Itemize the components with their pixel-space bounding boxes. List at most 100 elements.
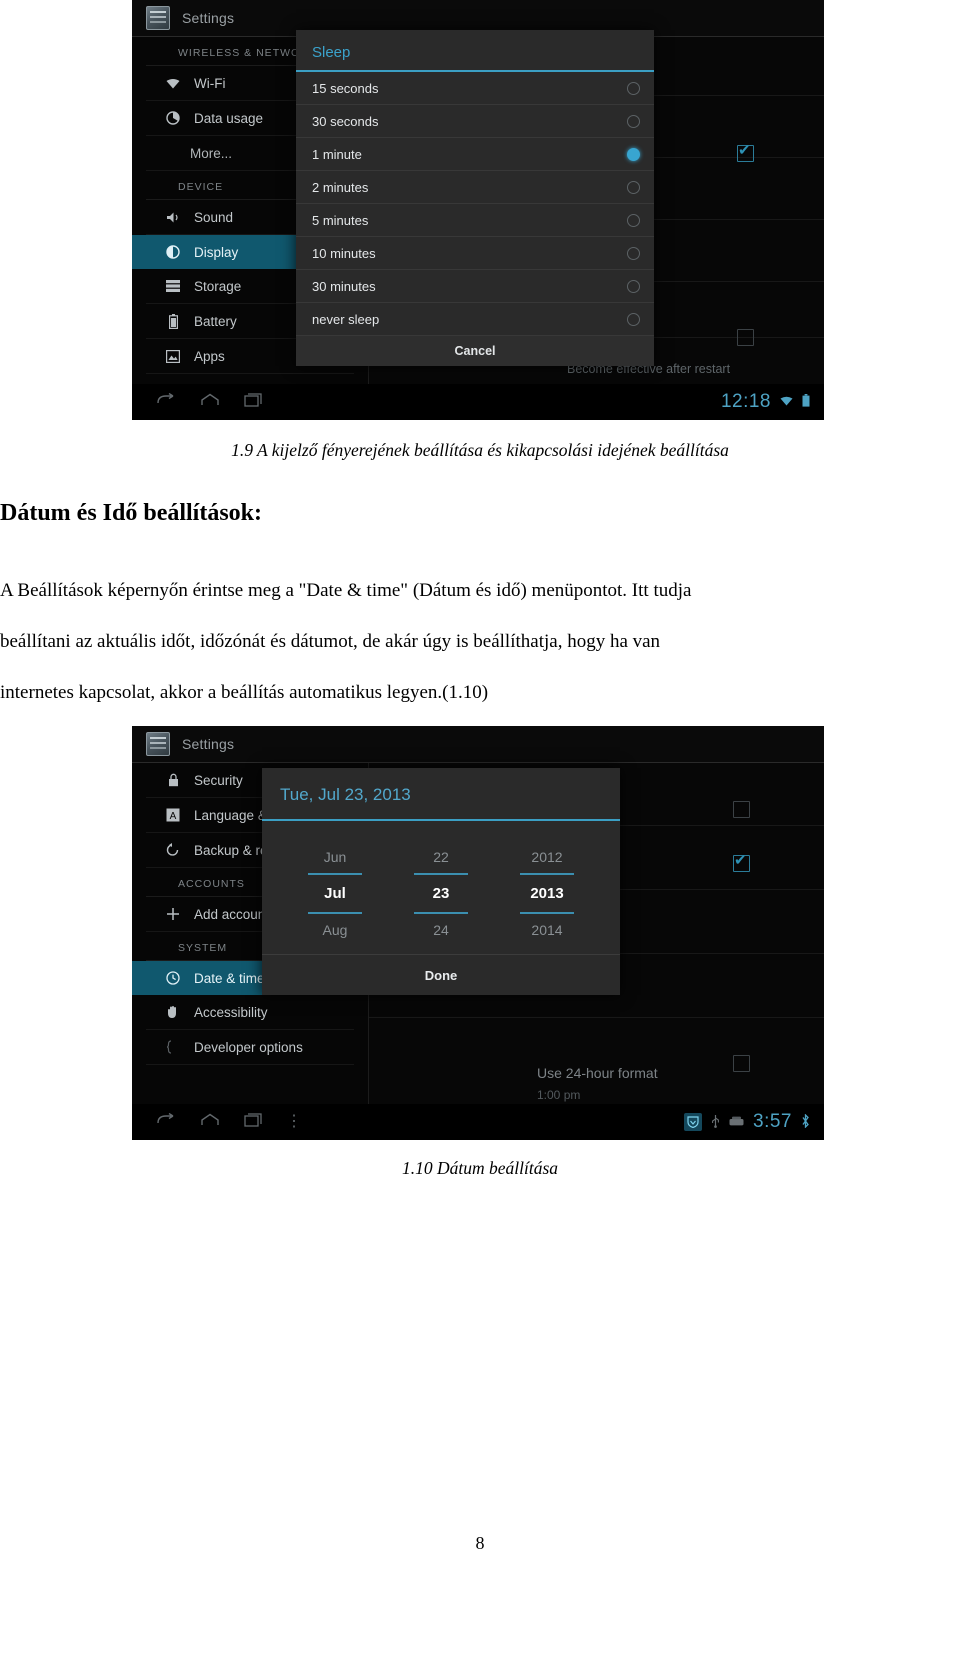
date-spinners: Jun Jul Aug 22 23 24 2012 2013 2014 <box>262 821 620 954</box>
sidebar-item-label: Apps <box>194 348 225 364</box>
month-prev-value[interactable]: Jun <box>296 843 374 871</box>
settings-app-icon <box>146 732 170 756</box>
sleep-option-row[interactable]: 30 minutes <box>296 270 654 303</box>
screenshot-sleep-settings: Settings Become effective after restart … <box>132 0 824 420</box>
sleep-option-row[interactable]: 30 seconds <box>296 105 654 138</box>
spinner-divider <box>308 873 362 875</box>
background-checkbox-checked[interactable] <box>733 851 750 872</box>
radio-button[interactable] <box>627 180 640 194</box>
screenshot-date-settings: Settings Use 24-hour format 1:00 pm Secu… <box>132 726 824 1140</box>
back-icon[interactable] <box>156 392 176 411</box>
android-navigation-bar: 12:18 <box>132 384 824 420</box>
spinner-divider <box>414 912 468 914</box>
figure-1-caption: 1.9 A kijelző fényerejének beállítása és… <box>231 440 729 460</box>
option-label: 30 minutes <box>312 278 376 294</box>
recents-icon[interactable] <box>244 1113 262 1131</box>
radio-button[interactable] <box>627 213 640 227</box>
wifi-icon <box>164 74 182 92</box>
radio-button[interactable] <box>627 312 640 326</box>
option-label: 10 minutes <box>312 245 376 261</box>
sidebar-item-label: Display <box>194 244 239 260</box>
sd-card-status-icon <box>729 1115 744 1129</box>
svg-text:A: A <box>170 811 177 822</box>
dialog-title: Sleep <box>296 30 654 72</box>
sleep-option-row[interactable]: 5 minutes <box>296 204 654 237</box>
status-clock: 3:57 <box>753 1111 792 1132</box>
month-current-value[interactable]: Jul <box>296 877 374 910</box>
home-icon[interactable] <box>200 1113 220 1131</box>
sidebar-item-developer-options[interactable]: Developer options <box>146 1030 354 1065</box>
sidebar-item-label: Sound <box>194 209 234 225</box>
menu-icon[interactable]: ⋮ <box>286 1114 302 1130</box>
option-label: never sleep <box>312 311 380 327</box>
done-button[interactable]: Done <box>262 954 620 995</box>
sidebar-item-accessibility[interactable]: Accessibility <box>146 995 354 1030</box>
background-checkbox-unchecked[interactable] <box>733 801 750 818</box>
day-prev-value[interactable]: 22 <box>402 843 480 871</box>
sidebar-item-label: Accessibility <box>194 1004 268 1020</box>
option-label: 5 minutes <box>312 212 369 228</box>
sleep-option-row[interactable]: 1 minute <box>296 138 654 171</box>
recents-icon[interactable] <box>244 393 262 411</box>
data-usage-icon <box>164 109 182 127</box>
sidebar-item-label: Wi-Fi <box>194 75 226 91</box>
lock-icon <box>164 771 182 789</box>
sleep-option-row[interactable]: 15 seconds <box>296 72 654 105</box>
storage-icon <box>164 277 182 295</box>
option-label: 15 seconds <box>312 80 379 96</box>
month-next-value[interactable]: Aug <box>296 916 374 944</box>
option-label: 1 minute <box>312 146 362 162</box>
month-spinner[interactable]: Jun Jul Aug <box>296 843 374 944</box>
paragraph-line: beállítani az aktuális időt, időzónát és… <box>0 631 661 652</box>
day-spinner[interactable]: 22 23 24 <box>402 843 480 944</box>
plus-icon <box>164 905 182 923</box>
radio-button[interactable] <box>627 246 640 260</box>
battery-status-icon <box>802 394 810 410</box>
back-icon[interactable] <box>156 1112 176 1131</box>
spinner-divider <box>520 873 574 875</box>
document-page: Settings Become effective after restart … <box>0 0 960 1663</box>
apps-icon <box>164 347 182 365</box>
year-prev-value[interactable]: 2012 <box>508 843 586 871</box>
sidebar-item-label: Developer options <box>194 1039 303 1055</box>
app-title-bar: Settings <box>132 726 824 763</box>
year-next-value[interactable]: 2014 <box>508 916 586 944</box>
sleep-option-row[interactable]: 10 minutes <box>296 237 654 270</box>
day-current-value[interactable]: 23 <box>402 877 480 910</box>
day-next-value[interactable]: 24 <box>402 916 480 944</box>
option-label: 30 seconds <box>312 113 379 129</box>
clock-icon <box>164 969 182 987</box>
spinner-divider <box>520 912 574 914</box>
year-current-value[interactable]: 2013 <box>508 877 586 910</box>
radio-button[interactable] <box>627 114 640 128</box>
usb-status-icon <box>711 1114 720 1131</box>
status-clock: 12:18 <box>720 391 771 412</box>
background-checkbox-checked[interactable] <box>737 141 754 162</box>
year-spinner[interactable]: 2012 2013 2014 <box>508 843 586 944</box>
app-title: Settings <box>182 736 235 752</box>
sidebar-item-label: Date & time <box>194 970 265 986</box>
radio-button[interactable] <box>627 279 640 293</box>
radio-button-selected[interactable] <box>627 147 640 161</box>
language-icon: A <box>164 806 182 824</box>
background-checkbox-unchecked[interactable] <box>737 329 754 346</box>
backup-icon <box>164 841 182 859</box>
page-number: 8 <box>475 1533 485 1553</box>
radio-button[interactable] <box>627 81 640 95</box>
cancel-button[interactable]: Cancel <box>296 336 654 366</box>
use-24-hour-checkbox[interactable] <box>733 1055 750 1072</box>
date-picker-dialog: Tue, Jul 23, 2013 Jun Jul Aug 22 23 24 2… <box>262 768 620 995</box>
battery-icon <box>164 312 182 330</box>
home-icon[interactable] <box>200 393 220 411</box>
display-icon <box>164 243 182 261</box>
body-paragraph: A Beállítások képernyőn érintse meg a "D… <box>0 565 908 718</box>
option-label: 2 minutes <box>312 179 369 195</box>
wifi-status-icon <box>780 395 793 409</box>
sleep-option-row[interactable]: never sleep <box>296 303 654 336</box>
status-icons: 12:18 <box>721 391 824 413</box>
shield-status-icon[interactable] <box>684 1113 703 1131</box>
app-title: Settings <box>182 10 235 26</box>
sleep-option-row[interactable]: 2 minutes <box>296 171 654 204</box>
speaker-icon <box>164 208 182 226</box>
sidebar-item-label: Battery <box>194 313 237 329</box>
